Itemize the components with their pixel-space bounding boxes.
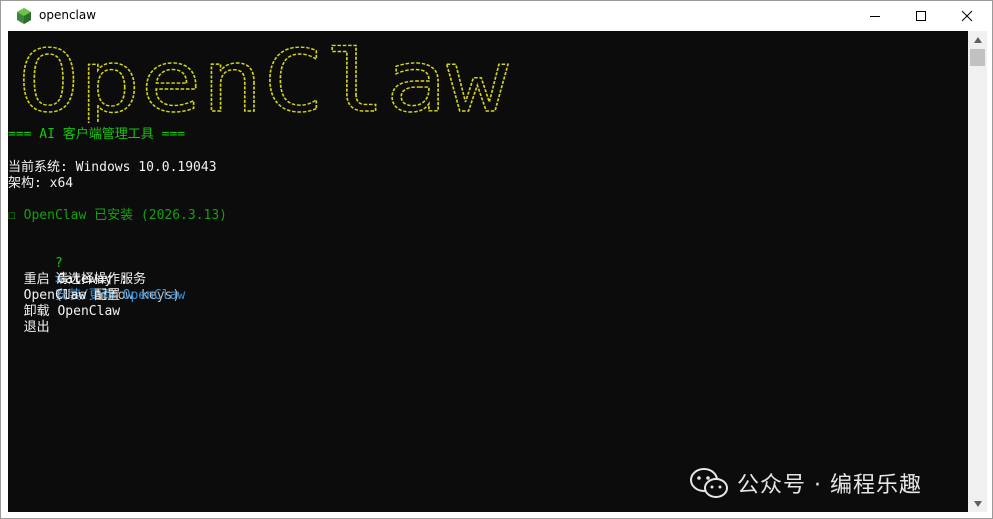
menu-item-label: 卸载 OpenClaw	[23, 304, 121, 319]
console-output[interactable]: OpenClaw === AI 客户端管理工具 === 当前系统: Window…	[8, 31, 968, 512]
menu-item-exit[interactable]: 退出	[8, 320, 50, 336]
window-bottom-border	[1, 512, 992, 518]
node-hexagon-icon	[17, 8, 31, 24]
minimize-button[interactable]	[852, 1, 898, 31]
window-title: openclaw	[39, 8, 97, 22]
menu-item-config[interactable]: OpenClaw 配置	[8, 288, 120, 304]
menu-item-label: 退出	[23, 320, 50, 335]
banner-text: OpenClaw	[18, 43, 508, 123]
close-button[interactable]	[944, 1, 990, 31]
chevron-up-icon	[973, 36, 982, 43]
scroll-thumb[interactable]	[970, 49, 985, 66]
arch-info-line: 架构: x64	[8, 176, 74, 191]
minimize-icon	[870, 16, 880, 17]
maximize-button[interactable]	[898, 1, 944, 31]
installed-status-line: ☐ OpenClaw 已安装 (2026.3.13)	[8, 208, 228, 223]
maximize-icon	[916, 11, 926, 21]
openclaw-ascii-banner: OpenClaw	[18, 43, 509, 123]
system-info-line: 当前系统: Windows 10.0.19043	[8, 160, 217, 175]
close-icon	[961, 10, 973, 22]
watermark: 公众号 · 编程乐趣	[689, 467, 922, 499]
menu-item-label: OpenClaw 配置	[23, 288, 121, 303]
menu-item-label: 重启 Gateway 服务	[23, 272, 147, 287]
subtitle-line: === AI 客户端管理工具 ===	[8, 127, 186, 142]
chevron-down-icon	[973, 500, 982, 507]
title-bar[interactable]: openclaw	[1, 1, 992, 31]
menu-item-restart-gateway[interactable]: 重启 Gateway 服务	[8, 272, 146, 288]
menu-item-uninstall[interactable]: 卸载 OpenClaw	[8, 304, 120, 320]
vertical-scrollbar[interactable]	[968, 31, 987, 512]
terminal-window: openclaw OpenClaw === AI 客户端管理工具 === 当前系…	[0, 0, 993, 519]
wechat-icon	[690, 468, 728, 498]
scroll-up-button[interactable]	[968, 31, 987, 48]
scroll-down-button[interactable]	[968, 495, 987, 512]
watermark-text: 公众号 · 编程乐趣	[737, 473, 922, 498]
